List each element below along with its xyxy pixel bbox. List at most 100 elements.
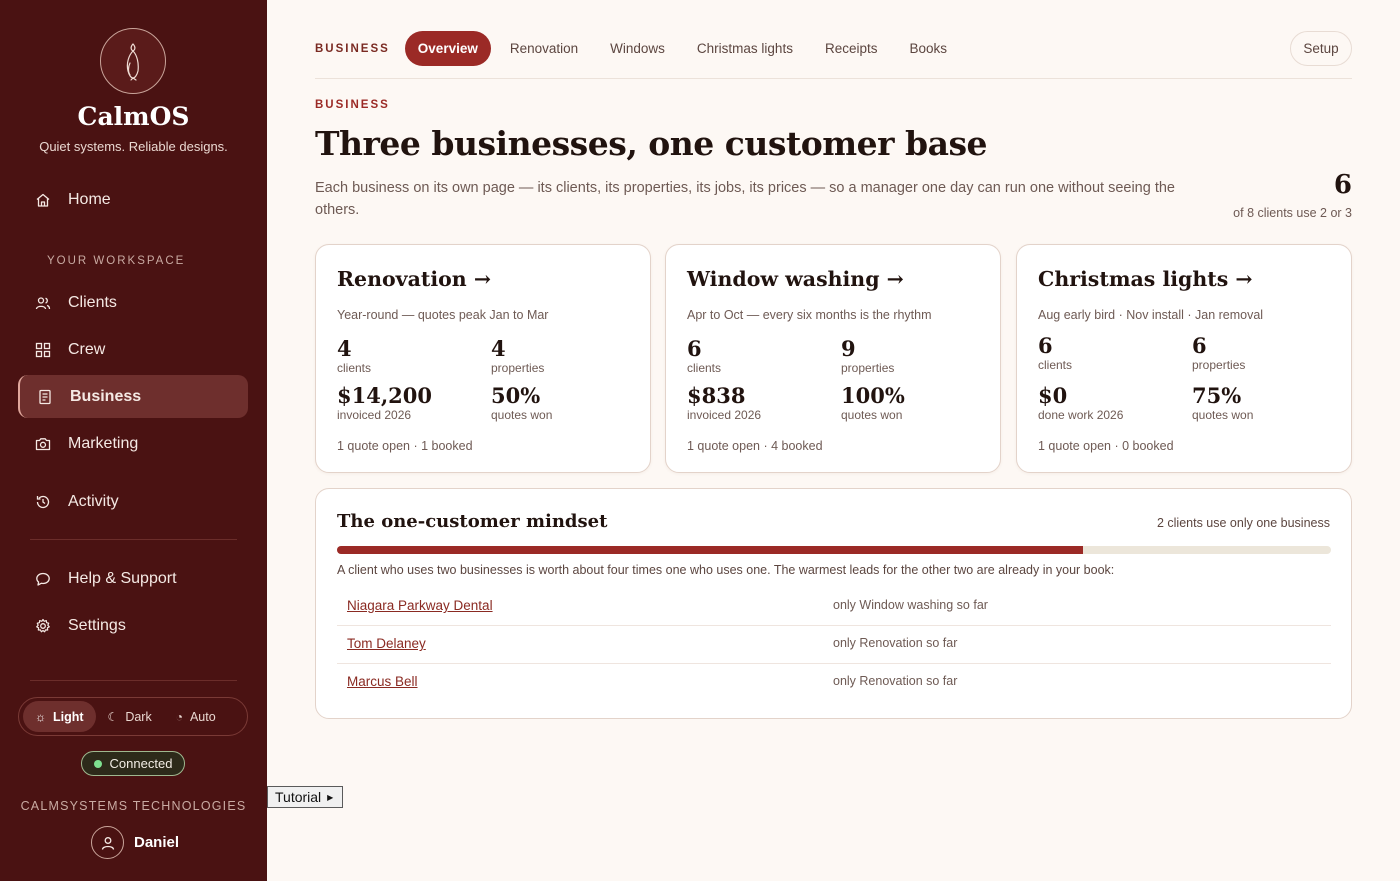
document-icon xyxy=(36,388,54,406)
sidebar-item-label: Crew xyxy=(68,340,106,358)
theme-toggle: ☼ Light ☾ Dark ◔ Auto xyxy=(18,697,248,736)
sidebar-item-clients[interactable]: Clients xyxy=(18,281,248,324)
tab-books[interactable]: Books xyxy=(896,31,960,66)
card-footer: 1 quote open · 0 booked xyxy=(1038,439,1174,453)
connection-status-badge: Connected xyxy=(81,751,185,776)
history-icon xyxy=(34,493,52,511)
client-link[interactable]: Marcus Bell xyxy=(347,674,418,689)
business-card-renovation[interactable]: Renovation → Year-round — quotes peak Ja… xyxy=(315,244,651,473)
sidebar: CalmOS Quiet systems. Reliable designs. … xyxy=(0,0,267,881)
card-title[interactable]: Window washing → xyxy=(687,267,904,291)
client-usage-note: only Renovation so far xyxy=(833,674,958,688)
clients-stat: 4 clients xyxy=(337,336,372,376)
sidebar-item-business[interactable]: Business xyxy=(18,375,248,418)
quotes-won-stat: 100% quotes won xyxy=(841,383,905,423)
sidebar-item-help[interactable]: Help & Support xyxy=(18,557,248,600)
setup-button[interactable]: Setup xyxy=(1290,31,1352,66)
avatar xyxy=(91,826,124,859)
business-card-window-washing[interactable]: Window washing → Apr to Oct — every six … xyxy=(665,244,1001,473)
cross-use-progress-bar xyxy=(337,546,1331,554)
home-icon xyxy=(34,191,52,209)
sidebar-item-label: Settings xyxy=(68,616,126,634)
page-title: Three businesses, one customer base xyxy=(315,124,988,163)
sidebar-item-label: Clients xyxy=(68,293,117,311)
card-footer: 1 quote open · 4 booked xyxy=(687,439,823,453)
brand-name: CalmOS xyxy=(77,102,190,131)
client-usage-note: only Window washing so far xyxy=(833,598,988,612)
top-nav-label: BUSINESS xyxy=(315,42,390,55)
theme-light-label: Light xyxy=(53,709,84,724)
card-title[interactable]: Renovation → xyxy=(337,267,491,291)
money-stat: $838 invoiced 2026 xyxy=(687,383,762,423)
sidebar-item-marketing[interactable]: Marketing xyxy=(18,422,248,465)
business-card-christmas-lights[interactable]: Christmas lights → Aug early bird · Nov … xyxy=(1016,244,1352,473)
users-icon xyxy=(34,294,52,312)
theme-light-button[interactable]: ☼ Light xyxy=(23,701,96,732)
theme-dark-button[interactable]: ☾ Dark xyxy=(96,701,164,732)
tab-windows[interactable]: Windows xyxy=(597,31,678,66)
tutorial-label: Tutorial xyxy=(275,789,322,805)
single-business-client-count: 2 clients use only one business xyxy=(1156,516,1330,530)
table-row: Marcus Bell only Renovation so far xyxy=(337,664,1331,702)
client-link[interactable]: Niagara Parkway Dental xyxy=(347,598,493,613)
multi-business-client-count: 6 xyxy=(1333,170,1352,200)
page-eyebrow: BUSINESS xyxy=(315,99,390,111)
logo xyxy=(100,28,166,94)
theme-dark-label: Dark xyxy=(125,709,152,724)
properties-stat: 9 properties xyxy=(841,336,895,376)
chat-bubble-icon xyxy=(34,570,52,588)
panel-title: The one-customer mindset xyxy=(337,511,608,532)
business-top-nav: BUSINESS Overview Renovation Windows Chr… xyxy=(315,31,966,66)
sidebar-item-label: Marketing xyxy=(68,434,139,452)
sidebar-item-crew[interactable]: Crew xyxy=(18,328,248,371)
sidebar-item-home[interactable]: Home xyxy=(18,178,248,221)
clients-stat: 6 clients xyxy=(1038,333,1073,373)
one-customer-mindset-panel: The one-customer mindset 2 clients use o… xyxy=(315,488,1352,719)
header-divider xyxy=(315,78,1352,79)
client-link[interactable]: Tom Delaney xyxy=(347,636,426,651)
clients-stat: 6 clients xyxy=(687,336,722,376)
gear-icon xyxy=(34,617,52,635)
user-icon xyxy=(101,836,114,850)
workspace-section-label: YOUR WORKSPACE xyxy=(47,255,186,267)
money-stat: $14,200 invoiced 2026 xyxy=(337,383,432,423)
penguin-logo-icon xyxy=(126,43,139,81)
user-profile[interactable]: Daniel xyxy=(91,826,179,859)
user-name: Daniel xyxy=(134,834,180,851)
grid-icon xyxy=(34,341,52,359)
sidebar-divider xyxy=(30,680,237,681)
quotes-won-stat: 75% quotes won xyxy=(1192,383,1254,423)
camera-icon xyxy=(34,435,52,453)
theme-auto-button[interactable]: ◔ Auto xyxy=(164,701,228,732)
sidebar-item-activity[interactable]: Activity xyxy=(18,480,248,523)
theme-auto-label: Auto xyxy=(189,709,216,724)
status-dot-icon xyxy=(93,759,102,768)
tutorial-button[interactable]: Tutorial ▶ xyxy=(267,786,343,808)
tab-christmas-lights[interactable]: Christmas lights xyxy=(684,31,806,66)
card-subtitle: Apr to Oct — every six months is the rhy… xyxy=(687,308,932,322)
clock-icon: ◔ xyxy=(175,709,183,724)
tab-receipts[interactable]: Receipts xyxy=(812,31,891,66)
play-arrow-icon: ▶ xyxy=(327,792,334,802)
quotes-won-stat: 50% quotes won xyxy=(491,383,553,423)
table-row: Niagara Parkway Dental only Window washi… xyxy=(337,588,1331,626)
brand-tagline: Quiet systems. Reliable designs. xyxy=(39,139,228,154)
card-footer: 1 quote open · 1 booked xyxy=(337,439,473,453)
panel-description: A client who uses two businesses is wort… xyxy=(337,563,1115,577)
tab-overview[interactable]: Overview xyxy=(404,31,491,66)
sidebar-item-label: Help & Support xyxy=(68,569,177,587)
sidebar-item-label: Home xyxy=(68,190,111,208)
sidebar-item-settings[interactable]: Settings xyxy=(18,604,248,647)
card-title[interactable]: Christmas lights → xyxy=(1038,267,1253,291)
card-subtitle: Year-round — quotes peak Jan to Mar xyxy=(337,308,549,322)
multi-business-client-caption: of 8 clients use 2 or 3 xyxy=(1233,206,1352,220)
tab-renovation[interactable]: Renovation xyxy=(497,31,591,66)
connection-status-label: Connected xyxy=(109,756,173,771)
page-description: Each business on its own page — its clie… xyxy=(315,180,1175,218)
company-name: CALMSYSTEMS TECHNOLOGIES xyxy=(20,799,247,813)
progress-fill xyxy=(337,546,1083,554)
properties-stat: 6 properties xyxy=(1192,333,1246,373)
sidebar-divider xyxy=(30,539,237,540)
client-usage-note: only Renovation so far xyxy=(833,636,958,650)
moon-icon: ☾ xyxy=(107,709,119,724)
